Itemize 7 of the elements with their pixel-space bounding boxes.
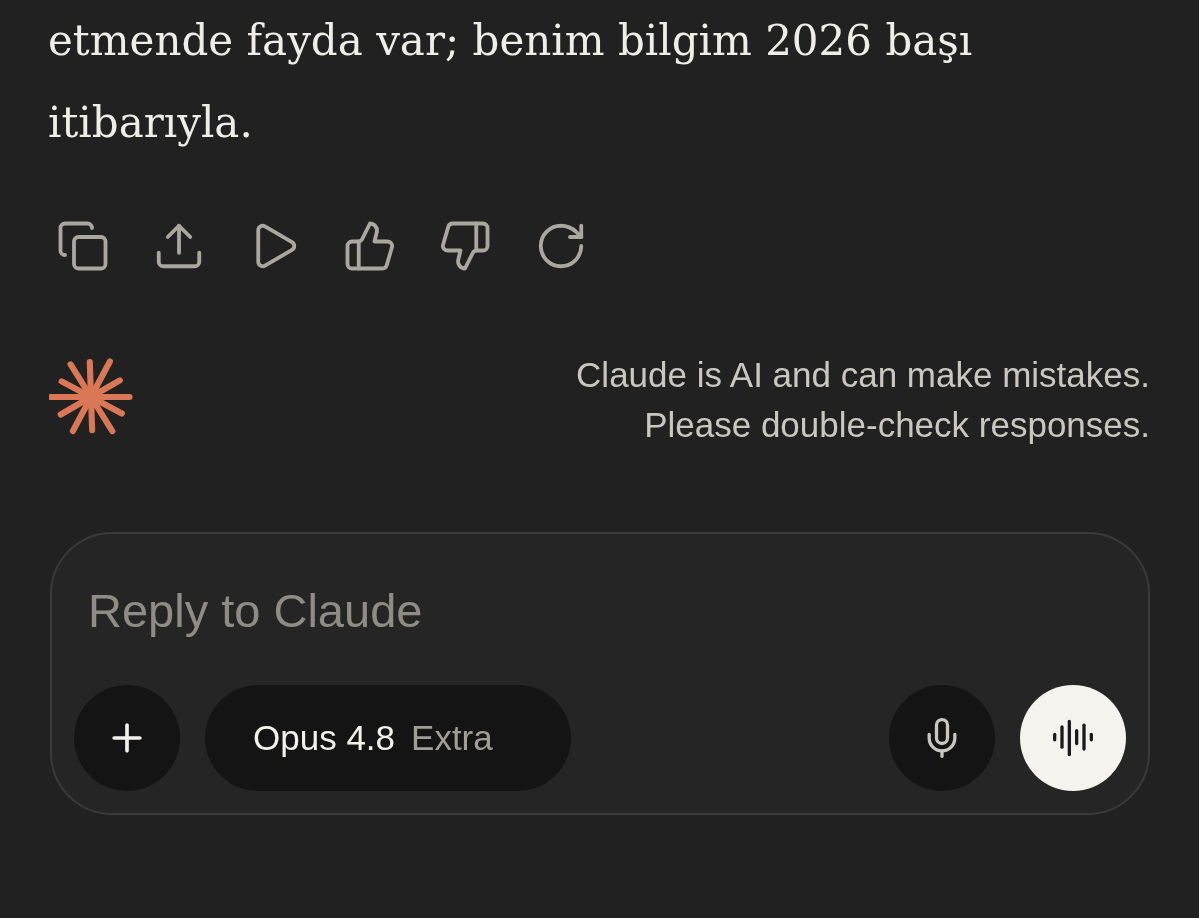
reply-input[interactable]: Reply to Claude — [88, 580, 1126, 640]
copy-button[interactable] — [56, 219, 110, 273]
model-selector-button[interactable]: Opus 4.8 Extra — [205, 685, 571, 791]
message-text: etmende fayda var; benim bilgim 2026 başı itibarıyla. — [48, 15, 974, 149]
disclaimer-text: Please double-check responses. — [644, 404, 1150, 446]
disclaimer-text: Claude is AI and can make mistakes. — [576, 354, 1150, 396]
copy-icon — [56, 219, 110, 273]
